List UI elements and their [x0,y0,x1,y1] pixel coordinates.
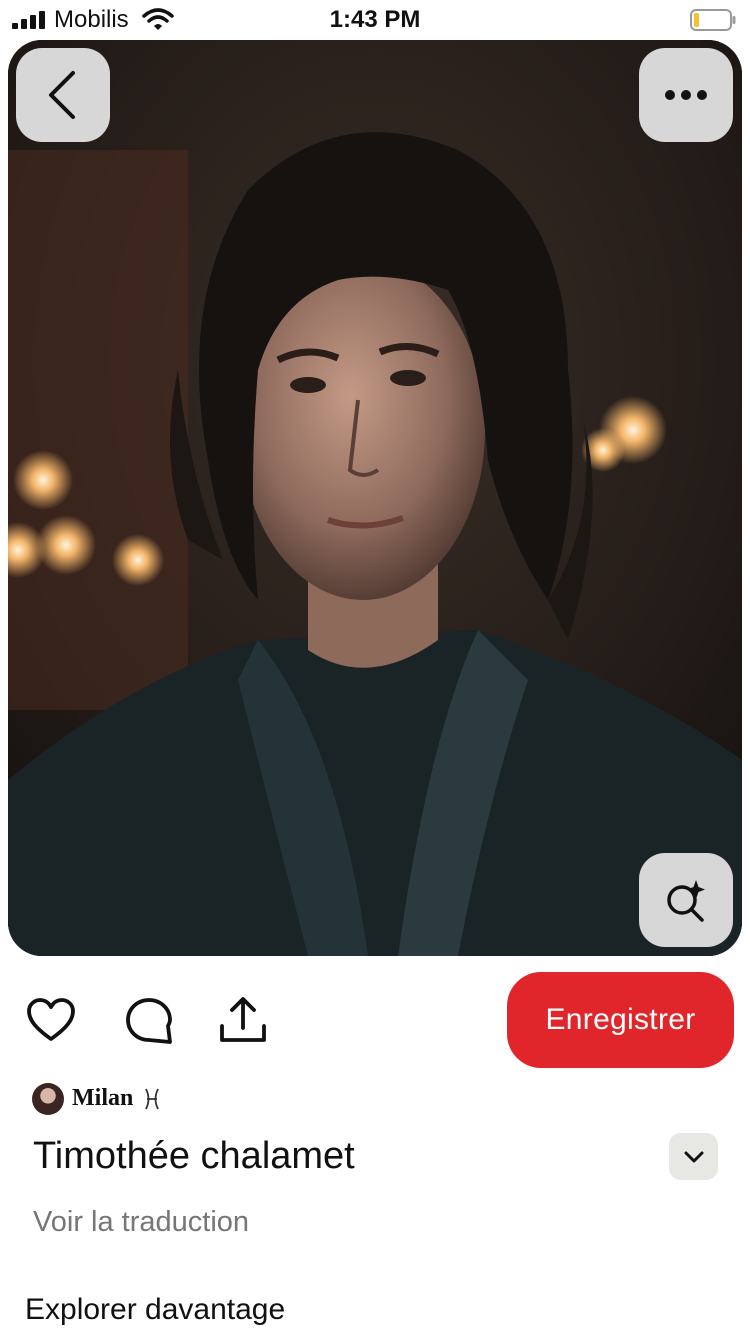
sparkle-search-icon [667,880,705,922]
status-time: 1:43 PM [329,6,421,33]
chevron-down-icon [684,1151,703,1162]
author-name[interactable]: Milan [72,1085,133,1112]
share-upload-icon[interactable] [218,996,268,1046]
save-button[interactable]: Enregistrer [507,972,734,1068]
chevron-left-icon [49,71,75,119]
expand-description-button[interactable] [669,1133,718,1180]
status-bar: Mobilis 1:43 PM [0,0,750,40]
heart-icon[interactable] [26,996,76,1046]
comment-bubble-icon[interactable] [124,996,174,1046]
battery-icon [690,9,736,31]
more-horizontal-icon [665,90,707,100]
pin-title: Timothée chalamet [33,1135,355,1177]
portrait-photo [8,40,742,956]
pisces-icon [145,1088,159,1110]
more-options-button[interactable] [639,48,733,142]
author-avatar[interactable] [32,1083,64,1115]
translate-link[interactable]: Voir la traduction [33,1206,249,1239]
back-button[interactable] [16,48,110,142]
explore-more-heading: Explorer davantage [25,1293,286,1326]
pin-image[interactable] [8,40,742,956]
visual-search-button[interactable] [639,853,733,947]
